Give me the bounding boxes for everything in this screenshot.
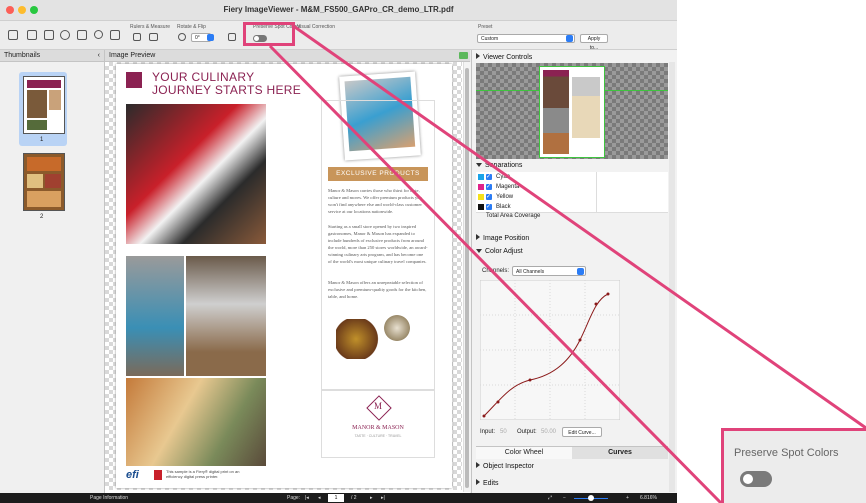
preserve-spot-callout: Preserve Spot Colors (721, 428, 866, 503)
callout-label: Preserve Spot Colors (734, 447, 839, 459)
callout-toggle[interactable] (740, 471, 772, 487)
